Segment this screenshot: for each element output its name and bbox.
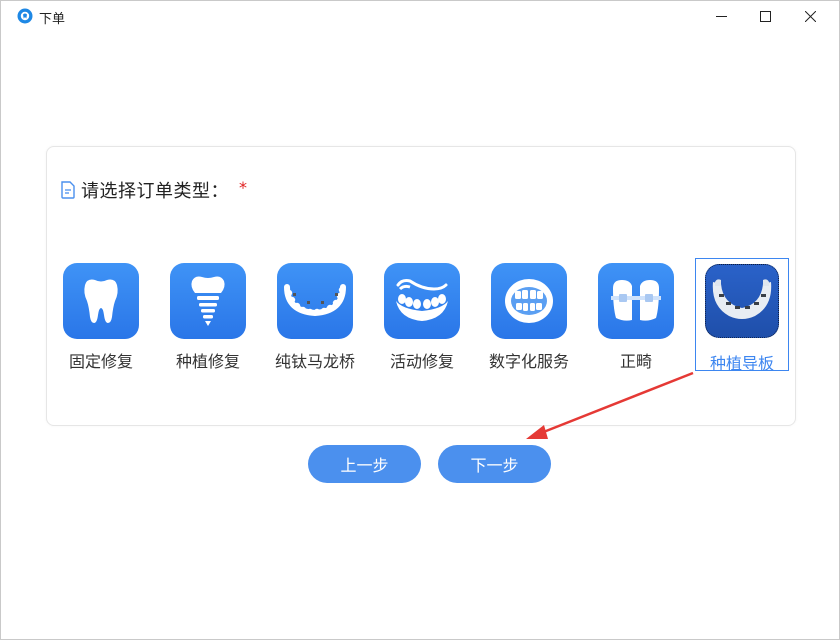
orthodontic-icon	[611, 280, 661, 321]
minimize-icon	[715, 15, 727, 17]
order-type-surgical-guide[interactable]: 种植导板	[695, 258, 789, 373]
maximize-icon	[759, 10, 771, 22]
order-type-titanium-bridge[interactable]: 纯钛马龙桥	[261, 257, 361, 371]
required-mark: *	[239, 177, 247, 197]
order-type-label: 纯钛马龙桥	[274, 352, 355, 371]
order-type-prompt: 请选择订单类型： *	[60, 177, 247, 203]
window-title: 下单	[39, 12, 66, 27]
order-type-label: 种植导板	[709, 354, 774, 373]
order-type-orthodontics[interactable]: 正畸	[582, 257, 682, 371]
removable-denture-icon	[396, 279, 448, 321]
order-type-label: 种植修复	[175, 352, 240, 371]
minimize-button[interactable]	[698, 1, 744, 31]
surgical-guide-icon	[712, 279, 772, 319]
order-type-implant-restoration[interactable]: 种植修复	[154, 257, 254, 371]
order-window: 下单 请选择订单类型： * 固定修复 种植修复 纯钛马龙桥 活动修复 数字化服务…	[0, 0, 840, 640]
order-type-removable-restoration[interactable]: 活动修复	[368, 257, 468, 371]
document-icon	[61, 181, 75, 199]
order-type-label: 固定修复	[68, 352, 133, 371]
close-button[interactable]	[787, 1, 833, 31]
tooth-icon	[84, 279, 118, 323]
order-type-digital-service[interactable]: 数字化服务	[475, 257, 575, 371]
digital-smile-icon	[505, 279, 553, 323]
order-type-fixed-restoration[interactable]: 固定修复	[47, 257, 147, 371]
close-icon	[804, 10, 816, 22]
order-type-label: 正畸	[619, 352, 652, 371]
order-type-panel: 请选择订单类型： * 固定修复 种植修复 纯钛马龙桥 活动修复 数字化服务 正畸…	[46, 146, 796, 426]
order-type-label: 活动修复	[389, 352, 454, 371]
titanium-bridge-icon	[284, 284, 346, 317]
prev-step-button[interactable]: 上一步	[308, 445, 421, 483]
app-logo-icon	[17, 8, 33, 24]
prompt-label: 请选择订单类型：	[81, 181, 229, 202]
title-bar: 下单	[1, 1, 839, 31]
maximize-button[interactable]	[742, 1, 788, 31]
implant-icon	[191, 276, 225, 326]
order-type-label: 数字化服务	[488, 352, 569, 371]
next-step-button[interactable]: 下一步	[438, 445, 551, 483]
